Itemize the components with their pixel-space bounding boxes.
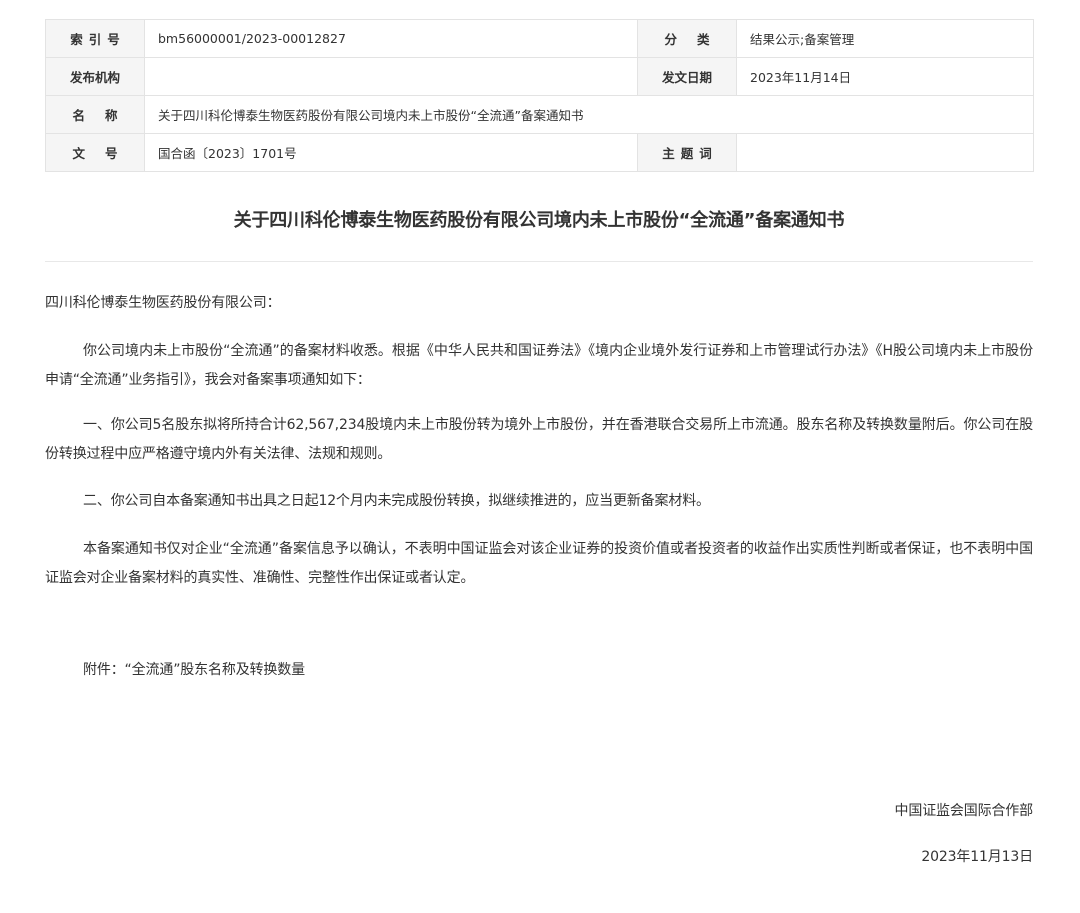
issuer-label: 发布机构	[45, 57, 145, 96]
paragraph-2: 一、你公司5名股东拟将所持合计62,567,234股境内未上市股份转为境外上市股…	[45, 417, 1033, 462]
paragraph-3: 二、你公司自本备案通知书出具之日起12个月内未完成股份转换，拟继续推进的，应当更…	[83, 493, 710, 509]
document-title: 关于四川科伦博泰生物医药股份有限公司境内未上市股份“全流通”备案通知书	[233, 210, 845, 231]
subject-label: 主题词	[637, 133, 737, 172]
title-divider	[45, 261, 1033, 262]
subject-value	[736, 133, 1034, 172]
table-row: 发布机构 发文日期 2023年11月14日	[45, 57, 1034, 96]
date-value: 2023年11月14日	[736, 57, 1034, 96]
signature: 中国证监会国际合作部	[894, 803, 1034, 819]
index-label: 索引号	[45, 19, 145, 58]
table-row: 名称 关于四川科伦博泰生物医药股份有限公司境内未上市股份“全流通”备案通知书	[45, 95, 1034, 134]
attachment-line: 附件：“全流通”股东名称及转换数量	[83, 662, 305, 678]
metadata-table: 索引号 bm56000001/2023-00012827 分类 结果公示;备案管…	[45, 19, 1034, 172]
sign-date: 2023年11月13日	[921, 849, 1033, 865]
metadata-panel: 索引号 bm56000001/2023-00012827 分类 结果公示;备案管…	[45, 19, 1034, 172]
index-value: bm56000001/2023-00012827	[144, 19, 638, 58]
name-label: 名称	[45, 95, 145, 134]
issuer-value	[144, 57, 638, 96]
paragraph-1: 你公司境内未上市股份“全流通”的备案材料收悉。根据《中华人民共和国证券法》《境内…	[45, 343, 1033, 388]
category-label: 分类	[637, 19, 737, 58]
paragraph-4: 本备案通知书仅对企业“全流通”备案信息予以确认，不表明中国证监会对该企业证券的投…	[45, 541, 1033, 586]
date-label: 发文日期	[637, 57, 737, 96]
docno-value: 国合函〔2023〕1701号	[144, 133, 638, 172]
category-value: 结果公示;备案管理	[736, 19, 1034, 58]
salutation: 四川科伦博泰生物医药股份有限公司：	[45, 295, 281, 311]
name-value: 关于四川科伦博泰生物医药股份有限公司境内未上市股份“全流通”备案通知书	[144, 95, 1034, 134]
docno-label: 文号	[45, 133, 145, 172]
table-row: 文号 国合函〔2023〕1701号 主题词	[45, 133, 1034, 172]
table-row: 索引号 bm56000001/2023-00012827 分类 结果公示;备案管…	[45, 19, 1034, 58]
